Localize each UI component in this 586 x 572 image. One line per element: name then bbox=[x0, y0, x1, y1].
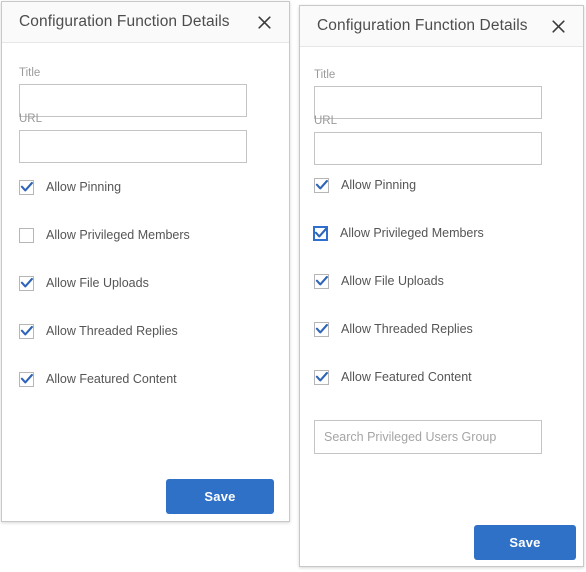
url-field-group-right: URL bbox=[314, 103, 542, 165]
checkbox-allow-pinning[interactable] bbox=[19, 179, 34, 195]
close-icon[interactable] bbox=[547, 15, 569, 37]
checkbox-allow-file-uploads[interactable] bbox=[19, 275, 34, 291]
checkbox-row-allow-privileged-members[interactable]: Allow Privileged Members bbox=[19, 226, 190, 244]
title-field-label: Title bbox=[314, 69, 336, 81]
dialog-title-right: Configuration Function Details bbox=[317, 17, 528, 34]
checkbox-row-allow-pinning[interactable]: Allow Pinning bbox=[19, 178, 121, 196]
checkbox-label-allow-pinning: Allow Pinning bbox=[341, 178, 417, 192]
dialog-body-left: Title URL Allow Pinning Allow Privileged… bbox=[2, 43, 289, 521]
dialog-title-left: Configuration Function Details bbox=[19, 13, 230, 30]
search-privileged-users-group-field bbox=[314, 420, 542, 454]
checkbox-allow-threaded-replies[interactable] bbox=[314, 321, 329, 337]
dialog-body-right: Title URL Allow Pinning Allow Privileged… bbox=[300, 47, 583, 566]
checkbox-allow-featured-content[interactable] bbox=[314, 369, 329, 385]
url-field-group-left: URL bbox=[19, 101, 247, 163]
checkbox-label-allow-pinning: Allow Pinning bbox=[46, 180, 122, 194]
checkbox-allow-pinning[interactable] bbox=[314, 177, 329, 193]
checkbox-row-allow-file-uploads[interactable]: Allow File Uploads bbox=[19, 274, 149, 292]
checkbox-allow-privileged-members[interactable] bbox=[19, 227, 34, 243]
checkbox-row-allow-file-uploads[interactable]: Allow File Uploads bbox=[314, 272, 444, 290]
url-input[interactable] bbox=[19, 130, 247, 163]
checkbox-row-allow-pinning[interactable]: Allow Pinning bbox=[314, 176, 416, 194]
checkbox-row-allow-featured-content[interactable]: Allow Featured Content bbox=[19, 370, 177, 388]
url-input[interactable] bbox=[314, 132, 542, 165]
checkbox-allow-threaded-replies[interactable] bbox=[19, 323, 34, 339]
checkbox-row-allow-threaded-replies[interactable]: Allow Threaded Replies bbox=[19, 322, 178, 340]
checkbox-label-allow-featured-content: Allow Featured Content bbox=[341, 370, 472, 384]
dialog-header-left: Configuration Function Details bbox=[2, 2, 289, 43]
checkbox-label-allow-featured-content: Allow Featured Content bbox=[46, 372, 177, 386]
checkbox-row-allow-privileged-members[interactable]: Allow Privileged Members bbox=[313, 224, 484, 242]
checkbox-label-allow-privileged-members: Allow Privileged Members bbox=[340, 226, 484, 240]
checkbox-label-allow-threaded-replies: Allow Threaded Replies bbox=[46, 324, 178, 338]
checkbox-label-allow-file-uploads: Allow File Uploads bbox=[341, 274, 444, 288]
url-field-label: URL bbox=[314, 115, 338, 127]
close-icon[interactable] bbox=[253, 11, 275, 33]
checkbox-row-allow-threaded-replies[interactable]: Allow Threaded Replies bbox=[314, 320, 473, 338]
dialog-header-right: Configuration Function Details bbox=[300, 6, 583, 47]
checkbox-label-allow-threaded-replies: Allow Threaded Replies bbox=[341, 322, 473, 336]
checkbox-allow-file-uploads[interactable] bbox=[314, 273, 329, 289]
save-button[interactable]: Save bbox=[474, 525, 576, 560]
checkbox-label-allow-privileged-members: Allow Privileged Members bbox=[46, 228, 190, 242]
checkbox-allow-privileged-members[interactable] bbox=[313, 225, 328, 241]
checkbox-allow-featured-content[interactable] bbox=[19, 371, 34, 387]
search-input[interactable] bbox=[314, 420, 542, 454]
dialog-configuration-function-details-left: Configuration Function Details Title URL… bbox=[1, 1, 290, 522]
url-field-label: URL bbox=[19, 113, 43, 125]
title-field-label: Title bbox=[19, 67, 41, 79]
save-button[interactable]: Save bbox=[166, 479, 274, 514]
screen-background: Configuration Function Details Title URL… bbox=[0, 0, 586, 572]
checkbox-label-allow-file-uploads: Allow File Uploads bbox=[46, 276, 149, 290]
checkbox-row-allow-featured-content[interactable]: Allow Featured Content bbox=[314, 368, 472, 386]
dialog-configuration-function-details-right: Configuration Function Details Title URL… bbox=[299, 5, 584, 567]
